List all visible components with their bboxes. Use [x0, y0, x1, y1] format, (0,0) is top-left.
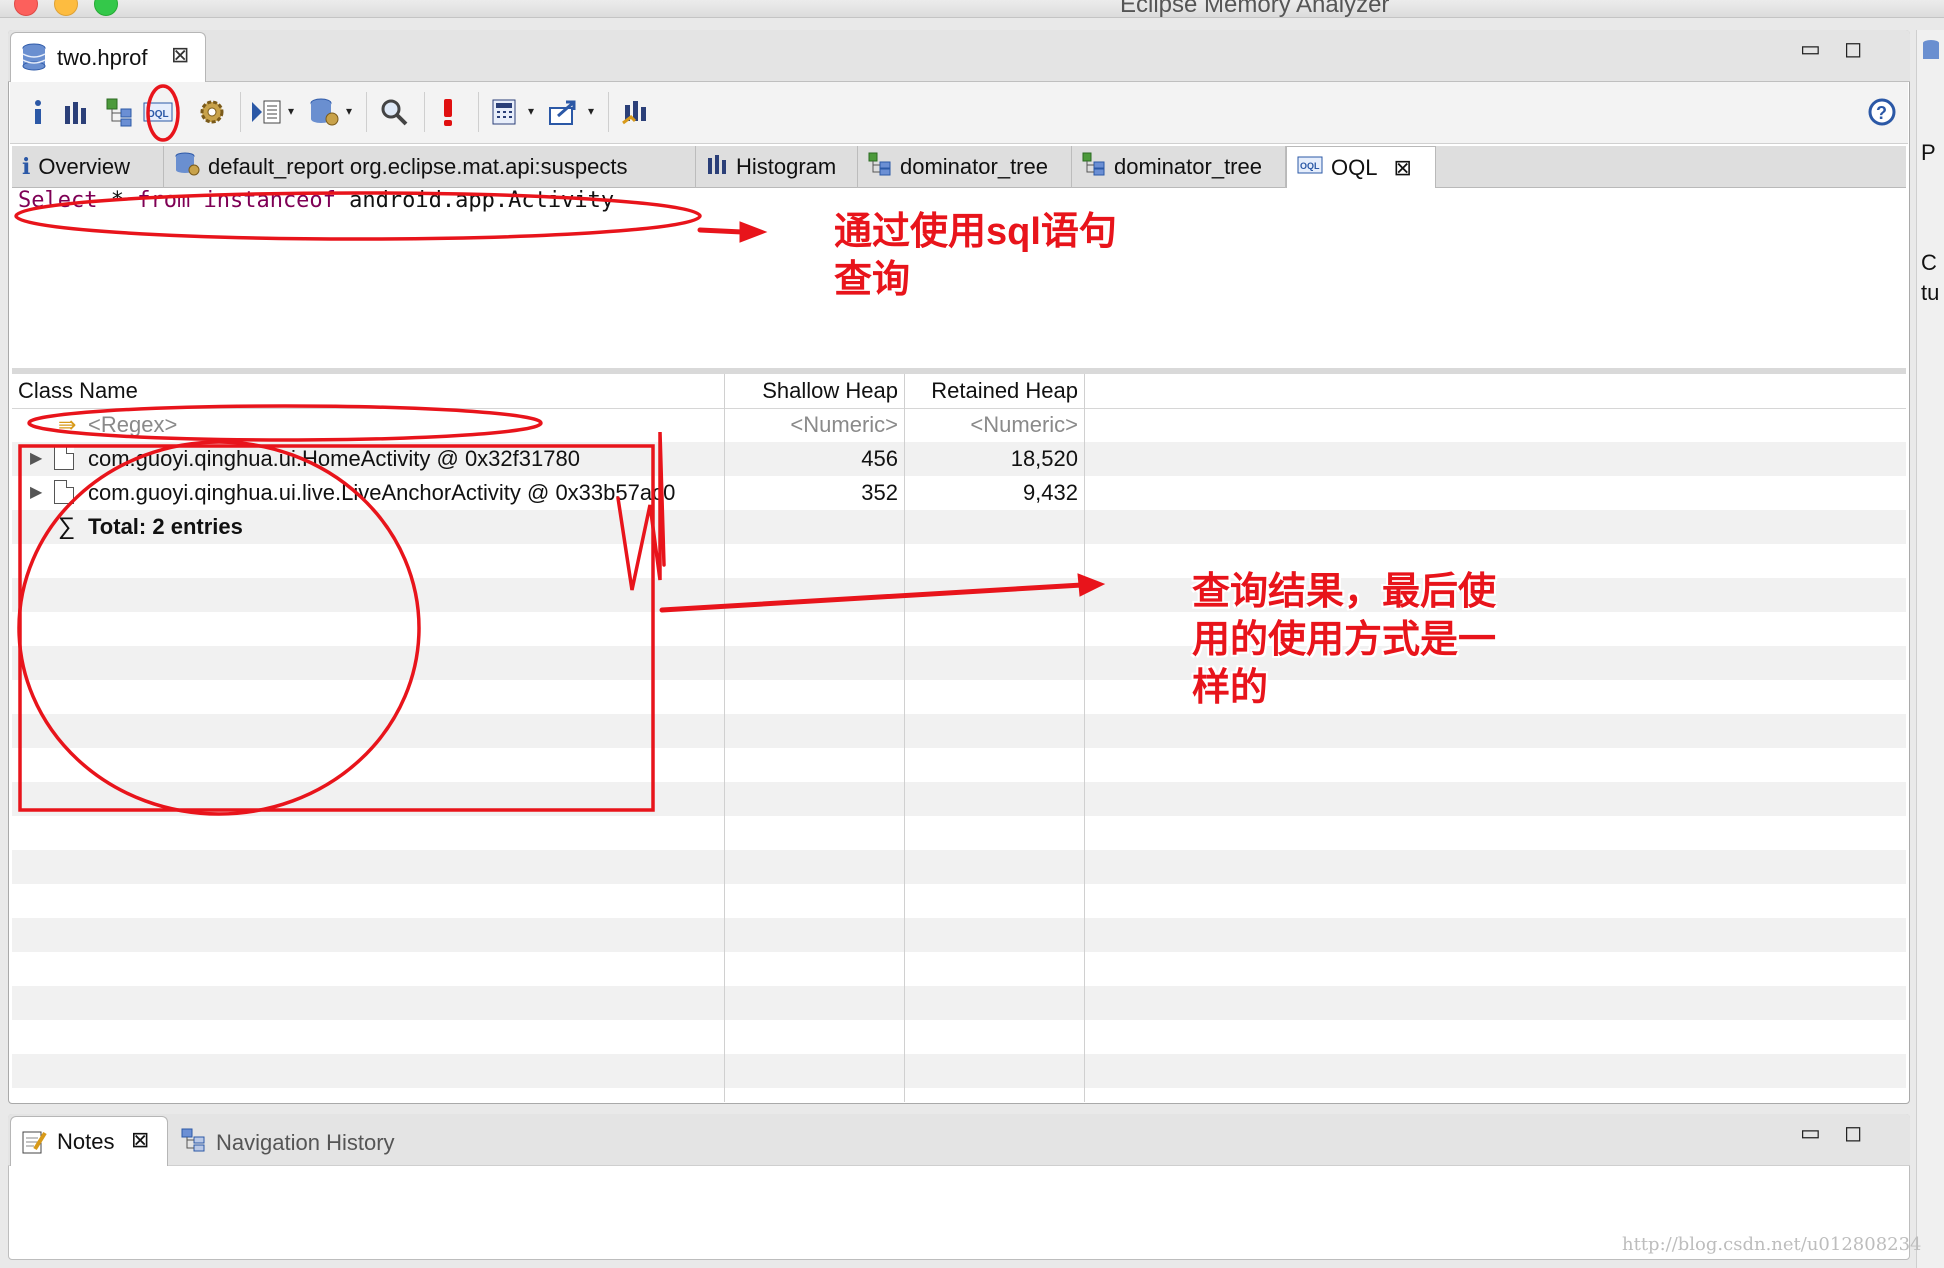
result-arrow-head	[1077, 573, 1106, 597]
result-circle	[17, 440, 421, 816]
query-annotation-line2: 查询	[834, 259, 911, 301]
result-rows-box	[18, 444, 655, 812]
query-arrow	[697, 227, 745, 235]
result-annotation-line1: 查询结果，最后使	[1192, 571, 1497, 613]
scribble-mark	[616, 431, 666, 591]
toolbar-oql-highlight	[146, 84, 180, 142]
result-annotation-line2: 用的使用方式是一	[1192, 619, 1497, 661]
query-highlight	[14, 191, 702, 241]
query-annotation-line1: 通过使用sql语句	[834, 211, 1117, 253]
annotation-overlay	[14, 84, 1106, 816]
query-arrow-head	[739, 221, 768, 243]
result-annotation-line3: 样的	[1192, 667, 1269, 709]
result-arrow	[659, 582, 1085, 613]
regex-row-highlight	[27, 404, 543, 442]
